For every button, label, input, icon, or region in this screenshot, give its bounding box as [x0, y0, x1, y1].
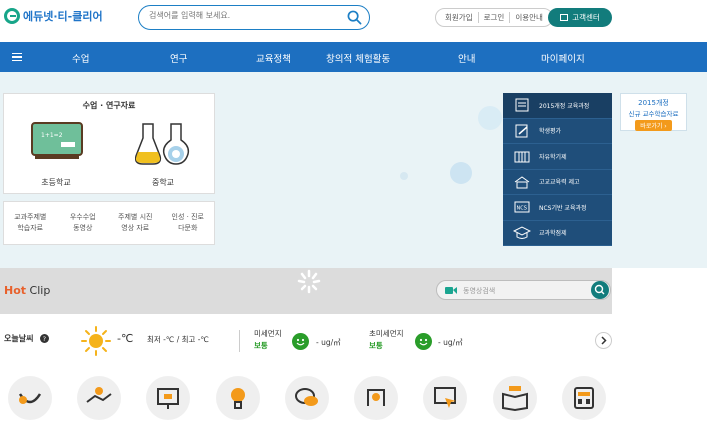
touch-screen-icon[interactable] [423, 376, 467, 420]
graduation-cap-icon [513, 226, 531, 239]
promo-line1: 2015개정 [638, 99, 669, 107]
signup-link[interactable]: 회원가입 [440, 12, 479, 23]
hamburger-menu-icon[interactable] [0, 42, 33, 72]
promo-banner[interactable]: 2015개정 신규 교수학습자료 바로가기 › [620, 93, 687, 131]
character-career-link[interactable]: 인성 · 진로 다문화 [162, 202, 215, 244]
ncs-icon: NCS [514, 201, 530, 213]
loading-spinner-icon [297, 269, 321, 294]
building-icon [514, 151, 530, 163]
side-menu: 2015개정 교육과정 학생평가 자유학기제 고교교육력 제고 NCS NCS기… [503, 93, 612, 246]
info-icon[interactable]: ? [40, 334, 49, 343]
customer-center-button[interactable]: 고객센터 [548, 8, 612, 27]
weather-divider [239, 330, 240, 352]
side-item-curriculum[interactable]: 2015개정 교육과정 [503, 93, 612, 119]
nav-item-mypage[interactable]: 마이페이지 [541, 51, 585, 65]
fine-dust-label: 미세먼지 [254, 329, 282, 338]
logo-mark-icon [4, 8, 20, 24]
best-lesson-video-link[interactable]: 우수수업 동영상 [57, 202, 110, 244]
map-pin-icon[interactable] [354, 376, 398, 420]
video-search-icon[interactable] [591, 281, 609, 299]
nav-item-research[interactable]: 연구 [170, 51, 187, 65]
svg-text:?: ? [43, 335, 46, 343]
chalkboard-icon[interactable]: 1+1=2 [31, 122, 83, 162]
weather-label: 오늘날씨 [4, 334, 34, 343]
header: 에듀넷·티-클리어 회원가입 로그인 이용안내 고객센터 [0, 0, 707, 40]
smiley-face-icon [415, 333, 432, 350]
side-item-ncs[interactable]: NCS NCS기반 교육과정 [503, 195, 612, 221]
pen-paper-icon [515, 124, 528, 138]
topic-media-link[interactable]: 주제별 시진 영상 자료 [109, 202, 162, 244]
logo-text: 에듀넷·티-클리어 [23, 10, 103, 23]
ultra-fine-dust-status: 보통 [369, 341, 383, 350]
materials-links: 교과주제별 학습자료 우수수업 동영상 주제별 시진 영상 자료 인성 · 진로 다문화 [3, 201, 215, 245]
svg-text:NCS: NCS [517, 206, 527, 212]
document-icon [515, 98, 529, 112]
nav-item-info[interactable]: 안내 [458, 51, 475, 65]
headset-icon [560, 14, 569, 21]
search-box [138, 5, 370, 30]
school-icon [514, 176, 530, 189]
temperature-range: 최저 -℃ / 최고 -℃ [147, 335, 209, 344]
flask-icon[interactable] [135, 122, 191, 166]
side-item-high-school[interactable]: 고교교육력 제고 [503, 170, 612, 195]
elementary-link[interactable]: 초등학교 [26, 177, 86, 188]
ultra-fine-dust-value: - ug/㎥ [438, 338, 463, 347]
decor-bubble [400, 172, 408, 180]
sun-icon [81, 326, 111, 356]
speech-bubbles-icon[interactable] [285, 376, 329, 420]
nav-item-activity[interactable]: 창의적 체험활동 [326, 51, 390, 65]
decor-bubble [450, 162, 472, 184]
handshake-icon[interactable] [77, 376, 121, 420]
svg-text:1+1=2: 1+1=2 [41, 132, 63, 139]
promo-go-button[interactable]: 바로가기 › [635, 120, 672, 131]
nav-item-policy[interactable]: 교육정책 [256, 51, 291, 65]
quick-menu-icons [0, 372, 707, 420]
materials-box: 수업 · 연구자료 1+1=2 초등학교 중학교 [3, 93, 215, 194]
side-item-evaluation[interactable]: 학생평가 [503, 119, 612, 144]
search-input[interactable] [149, 11, 339, 20]
site-logo[interactable]: 에듀넷·티-클리어 [4, 8, 103, 24]
promo-line2: 신규 교수학습자료 [628, 110, 679, 118]
main-nav: 수업 연구 교육정책 창의적 체험활동 안내 마이페이지 [0, 42, 707, 72]
search-icon[interactable] [347, 10, 362, 25]
smiley-face-icon [292, 333, 309, 350]
materials-title: 수업 · 연구자료 [82, 101, 136, 110]
customer-center-label: 고객센터 [572, 13, 600, 22]
decor-bubble [478, 106, 502, 130]
subject-materials-link[interactable]: 교과주제별 학습자료 [4, 202, 57, 244]
weather-bar: 오늘날씨 ? -℃ 최저 -℃ / 최고 -℃ 미세먼지 보통 - ug/㎥ 초… [0, 322, 707, 360]
ultra-fine-dust-label: 초미세먼지 [369, 329, 404, 338]
video-search-placeholder: 동영상검색 [463, 287, 496, 295]
fine-dust-value: - ug/㎥ [316, 338, 341, 347]
lightbulb-icon[interactable] [216, 376, 260, 420]
video-camera-icon [445, 287, 457, 294]
hot-clip-title: Hot Clip [4, 284, 51, 297]
nav-item-class[interactable]: 수업 [72, 51, 89, 65]
fine-dust-status: 보통 [254, 341, 268, 350]
guide-link[interactable]: 이용안내 [510, 12, 548, 23]
side-item-credit[interactable]: 교과학점제 [503, 221, 612, 246]
side-item-free-semester[interactable]: 자유학기제 [503, 144, 612, 170]
calculator-icon[interactable] [562, 376, 606, 420]
monitor-board-icon[interactable] [146, 376, 190, 420]
video-search-box[interactable]: 동영상검색 [436, 280, 611, 300]
top-links: 회원가입 로그인 이용안내 [435, 8, 553, 27]
current-temperature: -℃ [117, 332, 134, 345]
middle-school-link[interactable]: 중학교 [135, 177, 191, 188]
chevron-right-icon[interactable] [595, 332, 612, 349]
open-book-icon[interactable] [493, 376, 537, 420]
login-link[interactable]: 로그인 [479, 12, 511, 23]
smile-icon[interactable] [8, 376, 52, 420]
